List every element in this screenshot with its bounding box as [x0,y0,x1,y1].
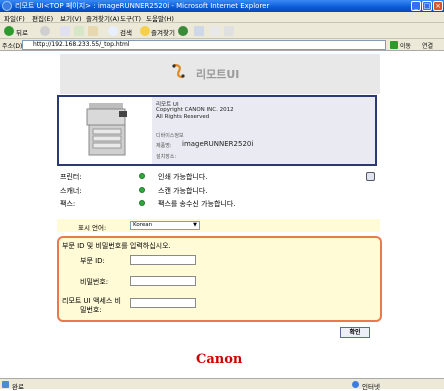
history-icon[interactable] [194,26,204,36]
printer-status-text: 인쇄 가능합니다. [158,173,208,181]
chevron-down-icon: ▼ [193,222,197,228]
device-info-text: 리모트 UI Copyright CANON INC. 2012 All Rig… [152,97,375,164]
print-icon[interactable] [224,26,234,36]
copyright-text: Copyright CANON INC. 2012 [156,107,234,113]
minimize-button[interactable]: _ [411,1,421,11]
window-title: 리모트 UI<TOP 페이지> : imageRUNNER2520i - Mic… [15,2,270,10]
scanner-status-label: 스캐너: [60,187,82,195]
product-name: imageRUNNER2520i [182,140,254,148]
printer-image [59,97,151,164]
canon-logo: Canon [196,352,243,367]
close-button[interactable]: × [433,1,443,11]
dept-id-label: 부문 ID: [80,257,105,265]
toolbar: 뒤로 검색 즐겨찾기 [0,23,444,39]
links-label[interactable]: 연결 [422,41,433,50]
fax-status-text: 팩스를 송수신 가능합니다. [158,200,236,208]
refresh-icon[interactable] [74,26,84,36]
status-right-text: 인터넷 [362,383,380,391]
remote-password-input[interactable] [130,298,196,308]
menu-favorites[interactable]: 즐겨찾기(A) [86,13,119,23]
dept-id-input[interactable] [130,255,196,265]
back-icon[interactable] [4,26,14,36]
password-input[interactable] [130,276,196,286]
internet-zone-icon [352,381,359,388]
refresh-status-button[interactable] [366,172,375,181]
search-icon[interactable] [108,26,118,36]
forward-icon[interactable] [40,26,50,36]
fax-status-icon [139,200,145,206]
printer-status-label: 프린터: [60,173,82,181]
address-bar: 주소(D) http://192.168.233.55/_top.html 이동… [0,39,444,51]
media-icon[interactable] [178,26,188,36]
language-selected: Korean [133,222,153,228]
favorites-label[interactable]: 즐겨찾기 [151,27,175,37]
internet-explorer-icon [2,1,12,11]
language-select[interactable]: Korean ▼ [130,221,200,230]
scanner-status-icon [139,187,145,193]
device-info-label: 디바이스정보 [156,133,184,139]
maximize-button[interactable]: □ [422,1,432,11]
window-titlebar[interactable]: 리모트 UI<TOP 페이지> : imageRUNNER2520i - Mic… [0,0,444,12]
home-icon[interactable] [88,26,98,36]
search-label[interactable]: 검색 [120,27,132,37]
go-icon[interactable] [390,41,398,49]
menu-tools[interactable]: 도구(T) [120,13,141,23]
stop-icon[interactable] [60,26,70,36]
favorites-icon[interactable] [140,26,150,36]
address-url: http://192.168.233.55/_top.html [33,41,130,48]
menu-help[interactable]: 도움말(H) [146,13,174,23]
location-label: 설치장소: [156,154,177,160]
menu-bar: 파일(F) 편집(E) 보기(V) 즐겨찾기(A) 도구(T) 도움말(H) [0,12,444,23]
product-label: 제품명: [156,143,172,149]
address-label: 주소(D) [2,43,23,50]
brand-title: 리모트UI [196,68,240,81]
password-label: 비밀번호: [80,278,109,286]
status-bar: 완료 인터넷 [0,378,444,391]
menu-edit[interactable]: 편집(E) [32,13,53,23]
menu-file[interactable]: 파일(F) [4,13,25,23]
status-left-text: 완료 [12,383,24,391]
rights-text: All Rights Reserved [156,114,210,120]
page-done-icon [2,381,9,388]
confirm-button[interactable]: 확인 [340,327,370,338]
menu-view[interactable]: 보기(V) [60,13,81,23]
back-label[interactable]: 뒤로 [16,27,28,37]
go-label[interactable]: 이동 [400,41,411,50]
scanner-status-text: 스캔 가능합니다. [158,187,208,195]
fax-status-label: 팩스: [60,200,76,208]
login-prompt: 부문 ID 및 비밀번호를 입력하십시오. [62,242,171,250]
mail-icon[interactable] [210,26,220,36]
printer-status-icon [139,173,145,179]
remote-ui-logo-icon [172,63,185,79]
address-input[interactable]: http://192.168.233.55/_top.html [22,40,386,50]
remote-password-label-line2: 밀번호: [80,306,102,314]
language-label: 표시 언어: [78,224,107,232]
